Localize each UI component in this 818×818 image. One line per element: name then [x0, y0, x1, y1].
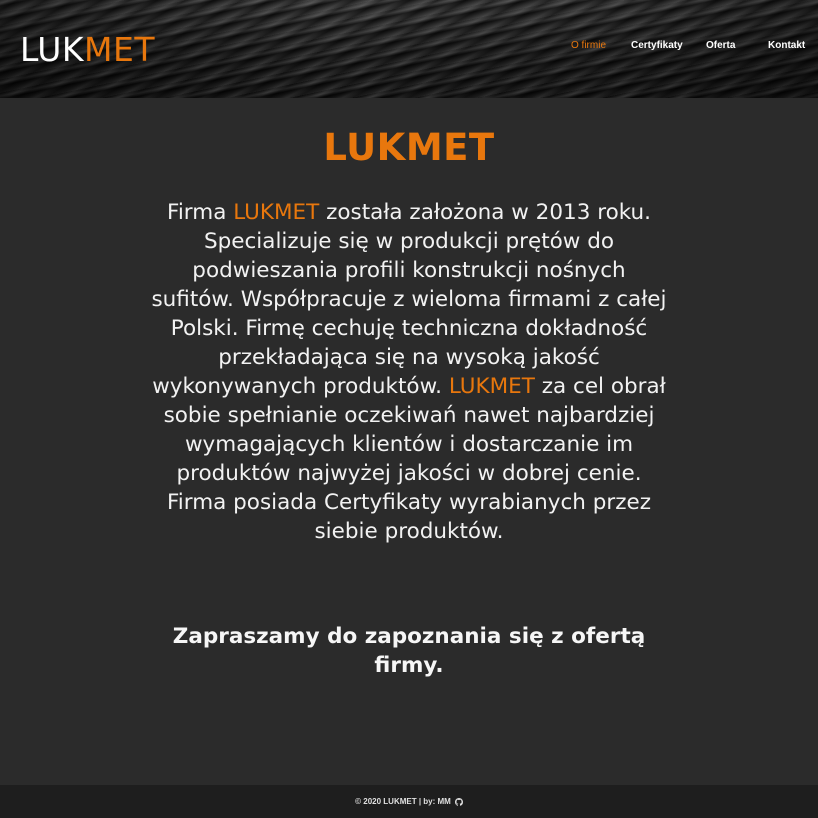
nav-item-kontakt[interactable]: Kontakt — [768, 40, 805, 52]
intro-text-2: została założona w 2013 roku. Specializu… — [151, 200, 667, 399]
site-footer: © 2020 LUKMET | by: MM — [0, 785, 818, 818]
intro-text-1: Firma — [167, 200, 234, 225]
nav-item-o-firmie[interactable]: O firmie — [571, 40, 606, 52]
footer-text: © 2020 LUKMET | by: MM — [355, 797, 451, 806]
main-content: LUKMET Firma LUKMET została założona w 2… — [0, 98, 818, 785]
brand-highlight-1: LUKMET — [233, 200, 320, 225]
github-icon[interactable] — [454, 797, 463, 806]
nav-item-certyfikaty[interactable]: Certyfikaty — [631, 40, 683, 52]
intro-text-3: za cel obrał sobie spełnianie oczekiwań … — [163, 374, 666, 544]
invite-text: Zapraszamy do zapoznania się z ofertą fi… — [172, 624, 646, 678]
brand-highlight-2: LUKMET — [448, 374, 535, 399]
intro-paragraph: Firma LUKMET została założona w 2013 rok… — [150, 198, 668, 546]
page-title: LUKMET — [323, 126, 495, 169]
nav-item-oferta[interactable]: Oferta — [706, 40, 735, 52]
main-nav: O firmie Certyfikaty Oferta Kontakt — [0, 40, 818, 54]
site-header: LUKMET O firmie Certyfikaty Oferta Konta… — [0, 0, 818, 98]
